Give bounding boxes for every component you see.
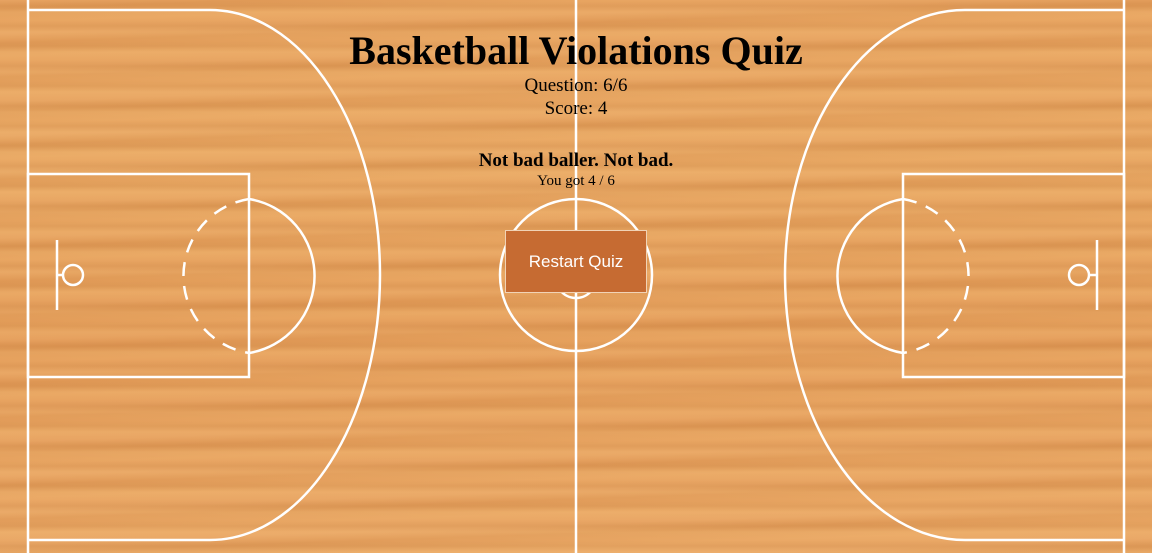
score-label: Score:	[544, 98, 594, 119]
right-free-throw-arc	[836, 197, 904, 355]
quiz-title: Basketball Violations Quiz	[349, 28, 803, 73]
question-counter: Question: 6/6	[0, 74, 1152, 97]
right-free-throw-arc-dashed	[902, 197, 970, 355]
question-progress: 6/6	[603, 75, 628, 96]
left-free-throw-arc	[248, 197, 316, 355]
restart-quiz-button[interactable]: Restart Quiz	[505, 230, 647, 293]
question-label: Question:	[524, 75, 599, 96]
score-value: 4	[597, 98, 608, 119]
result-detail: You got 4 / 6	[537, 173, 615, 189]
left-free-throw-arc-dashed	[182, 197, 250, 355]
result-message: Not bad baller. Not bad.	[478, 150, 674, 171]
left-rim	[61, 263, 85, 287]
right-rim	[1067, 263, 1091, 287]
score-display: Score: 4	[0, 97, 1152, 120]
